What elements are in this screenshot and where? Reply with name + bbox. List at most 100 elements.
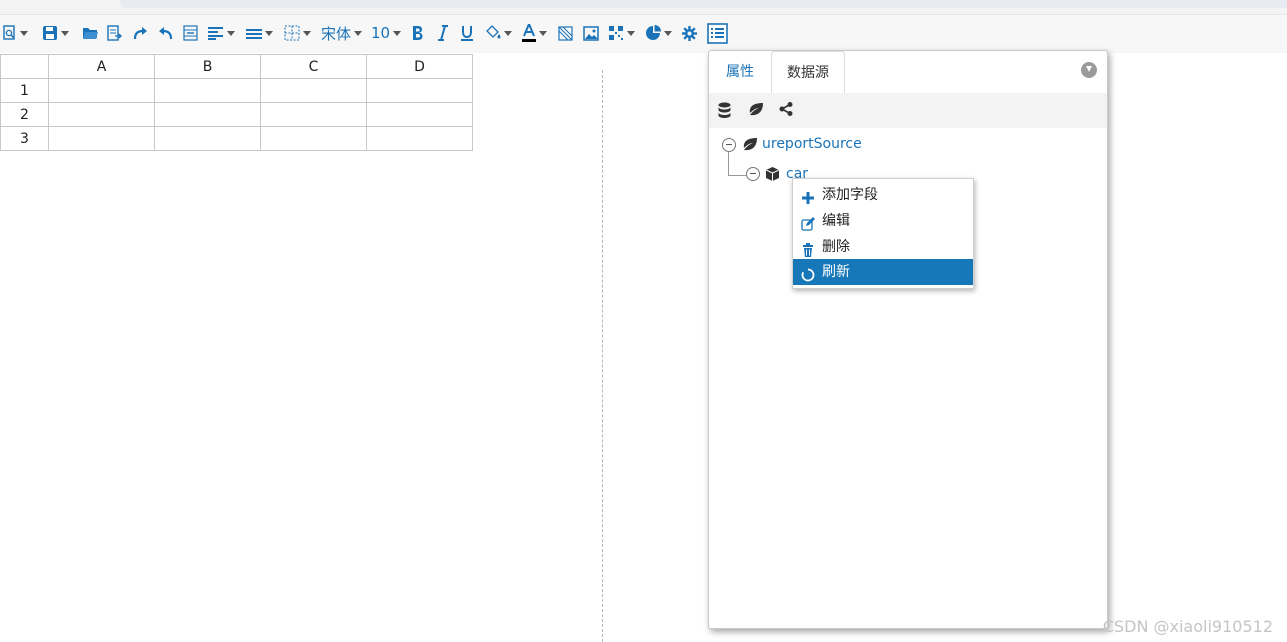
address-bar-edge [120, 0, 1287, 8]
page-boundary-line [602, 70, 603, 642]
menu-item-label: 编辑 [822, 213, 850, 229]
trash-icon [801, 240, 815, 257]
font-name-select[interactable]: 宋体 [321, 23, 363, 43]
share-icon [779, 102, 793, 116]
bold-button[interactable] [411, 23, 424, 43]
edit-icon [801, 214, 815, 231]
menu-item-label: 删除 [822, 239, 850, 255]
column-header-a[interactable]: A [48, 54, 155, 79]
cell-c1[interactable] [260, 78, 367, 103]
italic-icon [438, 25, 448, 41]
property-panel: 属性 数据源 ureportSource car [708, 50, 1108, 629]
cell-a3[interactable] [48, 126, 155, 151]
qrcode-icon [609, 26, 623, 40]
tree-node-ureportsource[interactable]: ureportSource [762, 136, 862, 152]
chart-button[interactable] [645, 23, 672, 43]
font-color-button[interactable] [522, 23, 547, 43]
underline-button[interactable] [460, 23, 474, 43]
preview-button[interactable] [3, 23, 28, 43]
panel-tabs: 属性 数据源 [709, 51, 1107, 95]
settings-icon [682, 25, 697, 41]
image-icon [583, 25, 599, 41]
cell-c3[interactable] [260, 126, 367, 151]
menu-item-label: 添加字段 [822, 187, 878, 203]
font-size-value: 10 [371, 24, 391, 42]
leaf-icon [749, 103, 763, 116]
undo-button[interactable] [158, 23, 173, 43]
insert-image-button[interactable] [583, 23, 599, 43]
cell-b3[interactable] [154, 126, 261, 151]
font-color-icon [522, 24, 536, 42]
collapse-car-icon[interactable] [746, 167, 760, 181]
tab-datasource[interactable]: 数据源 [771, 51, 845, 95]
valign-button[interactable] [246, 23, 273, 43]
qrcode-button[interactable] [608, 23, 635, 43]
fill-color-button[interactable] [486, 23, 512, 43]
add-spring-bean-button[interactable] [748, 102, 764, 120]
menu-item-add-field[interactable]: 添加字段 [793, 182, 973, 208]
merge-cells-button[interactable] [183, 23, 198, 43]
column-header-c[interactable]: C [260, 54, 367, 79]
cube-icon [765, 167, 780, 185]
valign-icon [246, 29, 262, 39]
menu-item-delete[interactable]: 删除 [793, 234, 973, 260]
database-icon [718, 102, 731, 118]
cell-c2[interactable] [260, 102, 367, 127]
leaf-icon [742, 137, 758, 155]
collapse-panel-icon[interactable] [1081, 62, 1097, 78]
redo-button[interactable] [133, 23, 148, 43]
no-border-icon [558, 25, 573, 41]
settings-button[interactable] [682, 23, 697, 43]
font-name-value: 宋体 [321, 24, 352, 43]
add-buildin-button[interactable] [779, 102, 793, 120]
merge-cells-icon [183, 25, 198, 41]
menu-item-refresh[interactable]: 刷新 [793, 259, 973, 285]
cell-d3[interactable] [366, 126, 473, 151]
corner-cell[interactable] [0, 54, 49, 79]
align-button[interactable] [208, 23, 235, 43]
cell-b1[interactable] [154, 78, 261, 103]
cell-a1[interactable] [48, 78, 155, 103]
row-header-3[interactable]: 3 [0, 126, 49, 151]
column-header-b[interactable]: B [154, 54, 261, 79]
preview-icon [3, 25, 15, 40]
cell-a2[interactable] [48, 102, 155, 127]
border-icon [284, 25, 300, 41]
row-header-2[interactable]: 2 [0, 102, 49, 127]
font-size-select[interactable]: 10 [371, 23, 402, 43]
column-header-d[interactable]: D [366, 54, 473, 79]
main-toolbar: 宋体 10 [0, 14, 1287, 53]
list-icon [707, 22, 728, 44]
browser-top-band [0, 0, 1287, 14]
datasource-toolbar [709, 93, 1107, 128]
tree-connector [728, 152, 729, 176]
save-icon [43, 26, 57, 40]
save-button[interactable] [42, 23, 69, 43]
cell-b2[interactable] [154, 102, 261, 127]
import-button[interactable] [107, 23, 122, 43]
chart-icon [646, 25, 661, 40]
row-header-1[interactable]: 1 [0, 78, 49, 103]
menu-item-edit[interactable]: 编辑 [793, 208, 973, 234]
bold-icon [413, 26, 423, 40]
redo-icon [133, 27, 147, 40]
open-button[interactable] [82, 23, 99, 43]
menu-item-label: 刷新 [822, 264, 850, 280]
cell-d2[interactable] [366, 102, 473, 127]
add-database-button[interactable] [718, 102, 731, 122]
context-menu: 添加字段 编辑 删除 刷新 [792, 178, 974, 289]
undo-icon [159, 27, 173, 40]
refresh-icon [801, 265, 815, 282]
tree-connector [728, 175, 746, 176]
watermark-text: CSDN @xiaoli910512 [1102, 617, 1273, 636]
align-icon [208, 27, 223, 40]
tab-properties[interactable]: 属性 [711, 51, 769, 93]
datasource-panel-button[interactable] [707, 22, 728, 44]
clear-border-button[interactable] [558, 23, 573, 43]
spreadsheet-grid: A B C D 1 2 3 [0, 54, 473, 151]
cell-d1[interactable] [366, 78, 473, 103]
collapse-root-icon[interactable] [722, 138, 736, 152]
italic-button[interactable] [437, 23, 449, 43]
border-button[interactable] [284, 23, 311, 43]
open-folder-icon [83, 28, 98, 39]
